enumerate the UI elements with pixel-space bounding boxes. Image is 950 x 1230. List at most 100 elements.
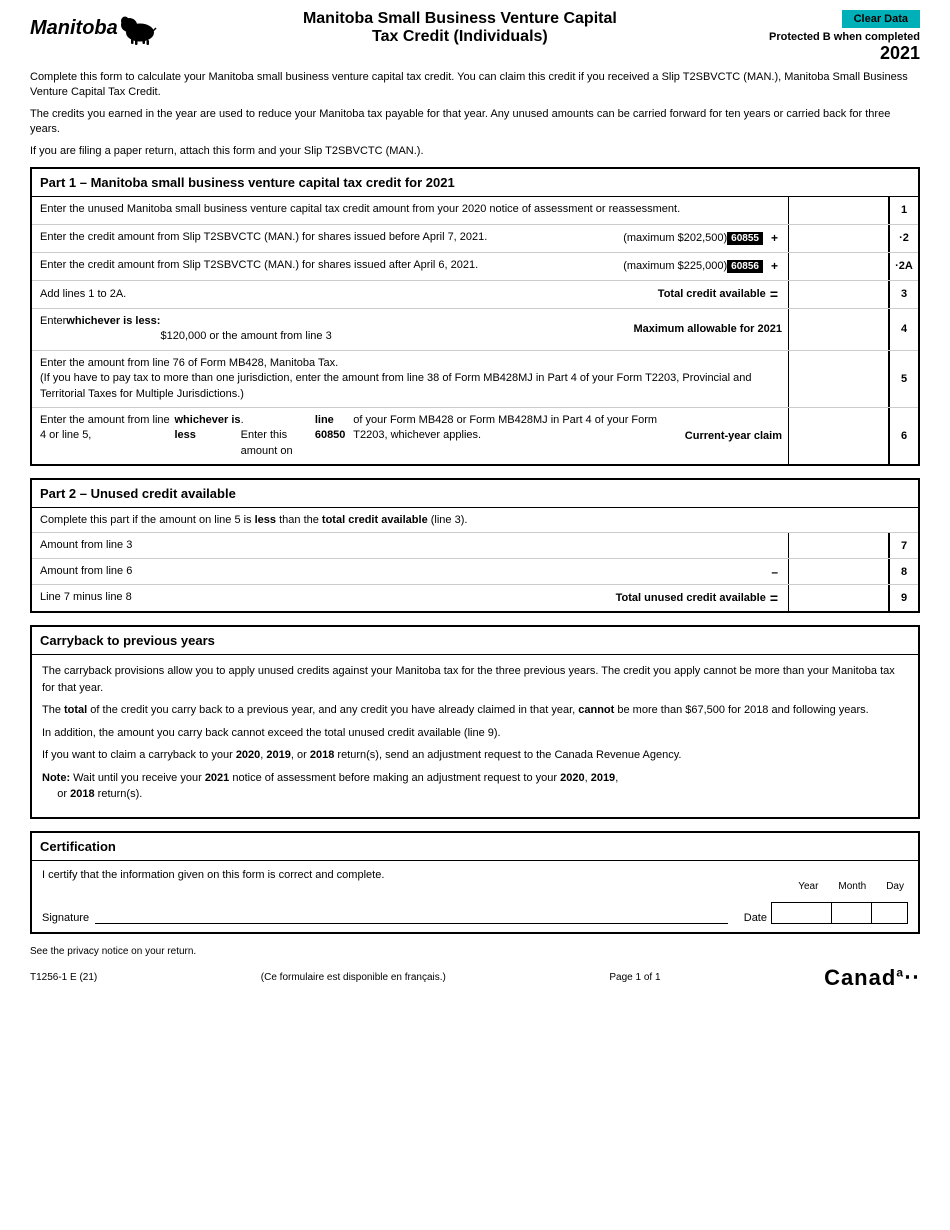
part1-row5-input[interactable] [788,351,888,407]
part1-line6-field[interactable] [793,430,884,442]
part2-row8-linenum: 8 [888,559,918,584]
part1-row1-middle [776,197,788,224]
part2-row9-middle: Total unused credit available = [610,585,788,611]
bison-icon [120,10,160,45]
date-month-input[interactable] [832,903,872,923]
part2-row8-label: Amount from line 6 [32,559,761,584]
part2-row9-desc: Total unused credit available [616,592,766,604]
date-input-group[interactable] [771,902,908,924]
part1-row2a-plus: + [771,259,778,273]
part1-row2a-middle: (maximum $225,000) 60856 + [617,253,788,280]
carryback-note: Note: Wait until you receive your 2021 n… [42,770,908,803]
part2-row7-linenum: 7 [888,533,918,558]
carryback-title: Carryback to previous years [32,627,918,655]
part1-row-5: Enter the amount from line 76 of Form MB… [32,351,918,408]
part1-line2-field[interactable] [793,232,884,244]
day-header: Day [886,881,904,892]
part1-row2a-input[interactable] [788,253,888,280]
part1-section: Part 1 – Manitoba small business venture… [30,167,920,466]
carryback-para4: If you want to claim a carryback to your… [42,747,908,764]
date-day-input[interactable] [872,903,907,923]
carryback-para1: The carryback provisions allow you to ap… [42,663,908,696]
part1-line2a-field[interactable] [793,260,884,272]
part2-row7-input[interactable] [788,533,888,558]
part2-row9-eq: = [770,590,778,606]
signature-input[interactable] [95,906,728,921]
part1-row2-middle: (maximum $202,500) 60855 + [617,225,788,252]
form-title-line1: Manitoba Small Business Venture Capital [180,10,740,28]
part1-row2a-max: (maximum $225,000) [623,260,727,272]
part1-row2-label: Enter the credit amount from Slip T2SBVC… [32,225,617,252]
part2-line8-field[interactable] [793,566,884,578]
canada-logo: Canada‧‧ [824,965,920,991]
header-center: Manitoba Small Business Venture Capital … [160,10,760,46]
month-header: Month [838,881,866,892]
part1-row6-label: Enter the amount from line 4 or line 5, … [32,408,679,464]
part1-row3-input[interactable] [788,281,888,308]
privacy-note: See the privacy notice on your return. [30,946,920,957]
certification-section: Certification I certify that the informa… [30,831,920,934]
part2-row-7: Amount from line 3 7 [32,533,918,559]
protected-label: Protected B when completed [769,31,920,43]
part1-row-1: Enter the unused Manitoba small business… [32,197,918,225]
part2-line9-field[interactable] [793,592,884,604]
part1-row6-middle: Current-year claim [679,408,788,464]
part1-row4-input[interactable] [788,309,888,350]
part1-row6-input[interactable] [788,408,888,464]
manitoba-logo: Manitoba [30,10,160,45]
part1-row5-label: Enter the amount from line 76 of Form MB… [32,351,776,407]
page-header: Manitoba [30,10,920,64]
date-year-input[interactable] [772,903,832,923]
carryback-section: Carryback to previous years The carrybac… [30,625,920,819]
form-number: T1256-1 E (21) [30,972,97,983]
clear-data-button[interactable]: Clear Data [842,10,920,28]
year-header: Year [798,881,818,892]
part1-row3-eq: = [770,286,778,302]
part2-row9-input[interactable] [788,585,888,611]
date-label: Date [744,912,767,924]
part1-row3-linenum: 3 [888,281,918,308]
part1-row2-input[interactable] [788,225,888,252]
cert-content: I certify that the information given on … [32,861,918,932]
part1-row1-linenum: 1 [888,197,918,224]
part1-row1-input[interactable] [788,197,888,224]
part2-row7-label: Amount from line 3 [32,533,776,558]
french-note: (Ce formulaire est disponible en françai… [261,972,446,983]
part1-row6-desc: Current-year claim [685,430,782,442]
part1-row3-middle: Total credit available = [652,281,788,308]
part2-line7-field[interactable] [793,540,884,552]
part1-line1-field[interactable] [793,204,884,216]
page-footer: T1256-1 E (21) (Ce formulaire est dispon… [30,965,920,991]
form-title-line2: Tax Credit (Individuals) [180,28,740,46]
part1-row2a-label: Enter the credit amount from Slip T2SBVC… [32,253,617,280]
part1-row3-desc: Total credit available [658,288,766,300]
logo-area: Manitoba [30,10,160,45]
carryback-para3: In addition, the amount you carry back c… [42,725,908,742]
signature-line[interactable] [95,906,728,924]
part2-intro: Complete this part if the amount on line… [32,508,918,533]
part1-line5-field[interactable] [793,373,884,385]
part2-row8-minus: – [771,565,778,579]
intro-section: Complete this form to calculate your Man… [30,70,920,159]
part1-row-3: Add lines 1 to 2A. Total credit availabl… [32,281,918,309]
part2-row8-input[interactable] [788,559,888,584]
carryback-content: The carryback provisions allow you to ap… [32,655,918,817]
part1-line3-field[interactable] [793,288,884,300]
part1-row2a-linenum: ·2A [888,253,918,280]
cert-statement: I certify that the information given on … [42,869,908,881]
part1-title: Part 1 – Manitoba small business venture… [32,169,918,197]
part2-section: Part 2 – Unused credit available Complet… [30,478,920,613]
logo-text: Manitoba [30,18,118,38]
intro-para3: If you are filing a paper return, attach… [30,144,920,159]
part2-row9-linenum: 9 [888,585,918,611]
part1-row2-linenum: ·2 [888,225,918,252]
part1-row6-linenum: 6 [888,408,918,464]
part1-row1-label: Enter the unused Manitoba small business… [32,197,776,224]
part1-row-6: Enter the amount from line 4 or line 5, … [32,408,918,464]
part1-row4-label: Enter whichever is less:$120,000 or the … [32,309,627,350]
part1-line4-field[interactable] [793,323,884,335]
part2-row7-middle [776,533,788,558]
part2-row-9: Line 7 minus line 8 Total unused credit … [32,585,918,611]
part2-title: Part 2 – Unused credit available [32,480,918,508]
cert-title: Certification [32,833,918,861]
